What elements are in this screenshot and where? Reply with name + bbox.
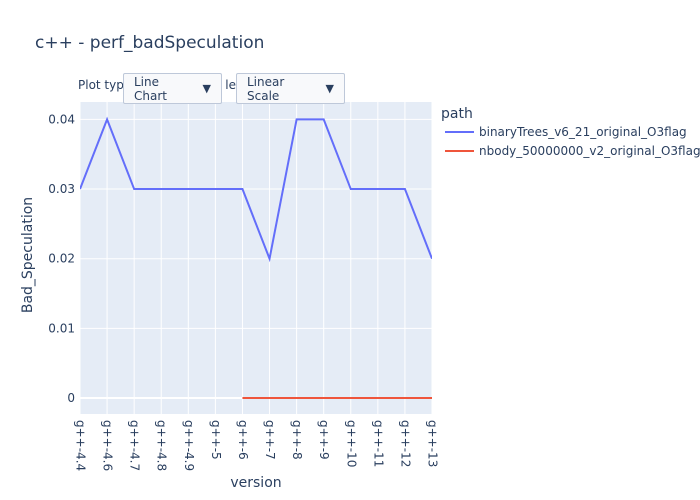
y-tick-label: 0.03 bbox=[48, 182, 75, 196]
chart-title: c++ - perf_badSpeculation bbox=[35, 33, 265, 53]
x-tick-label: g++-9 bbox=[317, 420, 331, 460]
chevron-down-icon: ▼ bbox=[325, 82, 334, 95]
x-tick-label: g++-12 bbox=[398, 420, 412, 467]
chart-canvas: 0 0.01 0.02 0.03 0.04 g++-4.4 g++-4.6 g++-4.7 g+… bbox=[20, 102, 700, 491]
chevron-down-icon: ▼ bbox=[202, 82, 211, 95]
y-tick-label: 0.02 bbox=[48, 252, 75, 266]
scale-label: Scale bbox=[226, 78, 236, 92]
scale-value: Linear Scale bbox=[247, 74, 285, 103]
legend-item-label: nbody_50000000_v2_original_O3flag bbox=[479, 144, 700, 158]
x-tick-label: g++-7 bbox=[263, 420, 277, 460]
x-tick-label: g++-5 bbox=[209, 420, 223, 460]
y-axis-title: Bad_Speculation bbox=[20, 197, 36, 313]
x-tick-label: g++-4.9 bbox=[182, 420, 196, 471]
legend-title: path bbox=[441, 106, 473, 122]
y-tick-label: 0 bbox=[67, 391, 75, 405]
x-tick-label: g++-10 bbox=[344, 420, 358, 467]
plot-area bbox=[80, 102, 432, 414]
x-tick-label: g++-11 bbox=[371, 420, 385, 467]
scale-dropdown[interactable]: Linear Scale ▼ bbox=[236, 73, 345, 104]
y-tick-label: 0.04 bbox=[48, 112, 75, 126]
plot-type-value: Line Chart bbox=[134, 74, 167, 103]
y-tick-label: 0.01 bbox=[48, 321, 75, 335]
x-tick-label: g++-4.8 bbox=[155, 420, 169, 471]
x-tick-label: g++-13 bbox=[426, 420, 440, 467]
x-tick-label: g++-6 bbox=[236, 420, 250, 460]
x-tick-label: g++-4.6 bbox=[101, 420, 115, 471]
plot-type-dropdown[interactable]: Line Chart ▼ bbox=[123, 73, 222, 104]
legend-item-label: binaryTrees_v6_21_original_O3flag bbox=[479, 125, 687, 139]
x-tick-label: g++-8 bbox=[290, 420, 304, 460]
x-tick-label: g++-4.7 bbox=[128, 420, 142, 471]
x-tick-label: g++-4.4 bbox=[74, 420, 88, 471]
x-axis-title: version bbox=[230, 475, 281, 491]
